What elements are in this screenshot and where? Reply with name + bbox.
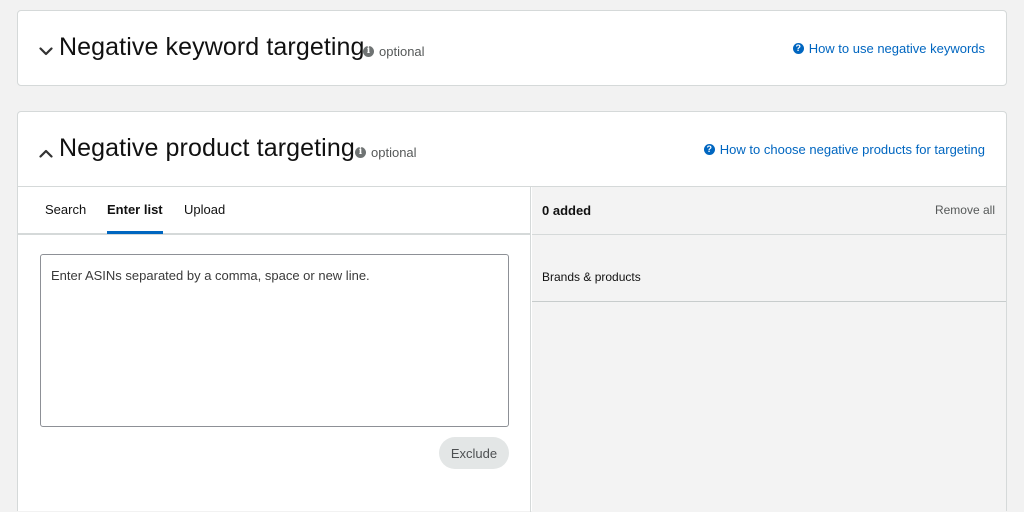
exclude-button[interactable]: Exclude [439,437,509,469]
negative-keyword-title: Negative keyword targeting [59,33,365,61]
optional-label: optional [379,44,425,59]
help-icon: ? [792,43,804,54]
negative-product-title: Negative product targeting [59,134,355,162]
help-link-label: How to choose negative products for targ… [719,142,985,157]
info-icon[interactable]: i [355,147,366,158]
negative-product-panel: Negative product targeting i optional ? … [17,111,1007,512]
targeting-tabs: Search Enter list Upload [18,187,530,235]
added-count: 0 added [542,203,592,218]
negative-keyword-panel: Negative keyword targeting i optional ? … [17,10,1007,86]
negative-product-optional: i optional [355,145,417,160]
chevron-up-icon[interactable] [38,145,54,161]
negative-product-header[interactable]: Negative product targeting i optional ? … [18,112,1006,187]
remove-all-button[interactable]: Remove all [935,203,995,217]
tab-upload[interactable]: Upload [184,202,225,231]
help-link-label: How to use negative keywords [808,41,985,56]
negative-keyword-optional: i optional [363,44,425,59]
brands-products-column-header: Brands & products [532,235,1006,302]
info-icon[interactable]: i [363,46,374,57]
chevron-down-icon[interactable] [38,43,54,59]
optional-label: optional [371,145,417,160]
tab-search[interactable]: Search [45,202,86,231]
targeting-input-pane: Search Enter list Upload Exclude [18,187,531,512]
added-header: 0 added Remove all [532,187,1006,235]
help-icon: ? [703,144,715,155]
tab-enter-list[interactable]: Enter list [107,202,163,234]
negative-keyword-header[interactable]: Negative keyword targeting i optional ? … [18,11,1006,87]
brands-products-label: Brands & products [542,270,641,284]
how-to-use-negative-keywords-link[interactable]: ? How to use negative keywords [792,41,985,56]
added-products-pane: 0 added Remove all Brands & products [532,187,1006,512]
asin-list-input[interactable] [40,254,509,427]
how-to-choose-negative-products-link[interactable]: ? How to choose negative products for ta… [703,142,985,157]
